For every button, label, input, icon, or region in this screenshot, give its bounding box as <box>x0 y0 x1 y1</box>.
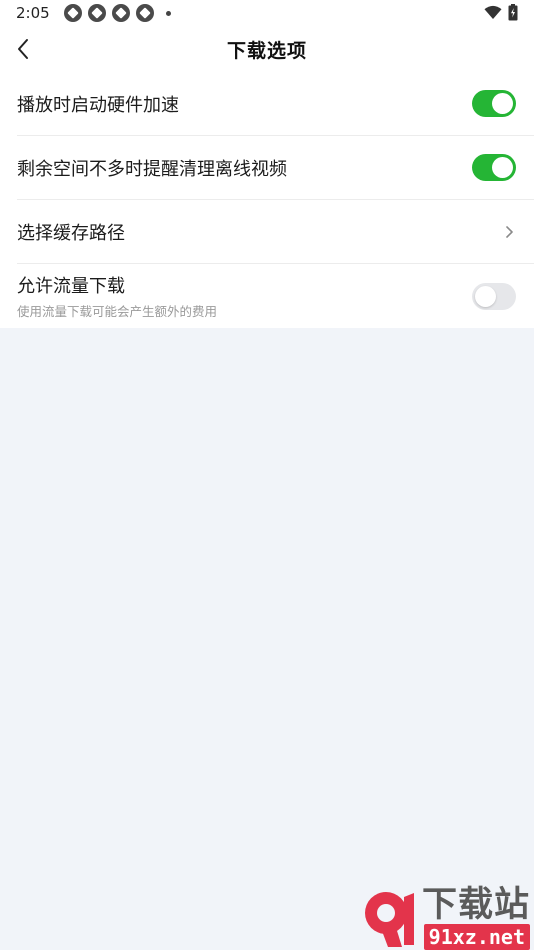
top-bar: 2:05 下载选项 <box>0 0 534 72</box>
app-notification-icon <box>135 4 154 22</box>
more-notifications-dot-icon <box>165 10 171 16</box>
setting-hw-accel-label: 播放时启动硬件加速 <box>17 94 179 116</box>
chevron-right-icon <box>506 225 513 238</box>
setting-auto-clean-label: 剩余空间不多时提醒清理离线视频 <box>17 158 287 180</box>
setting-data-download-text: 允许流量下载 使用流量下载可能会产生额外的费用 <box>17 272 217 320</box>
data-download-toggle[interactable] <box>472 282 516 310</box>
setting-cache-path-label: 选择缓存路径 <box>17 222 125 244</box>
page-title: 下载选项 <box>226 39 307 62</box>
settings-list: 播放时启动硬件加速 剩余空间不多时提醒清理离线视频 选择缓存路径 允许流量下载 … <box>0 72 534 328</box>
app-notification-icon <box>87 4 106 22</box>
setting-cache-path[interactable]: 选择缓存路径 <box>17 200 534 264</box>
app-notification-icon <box>63 4 82 22</box>
watermark-url: 91xz.net <box>423 924 530 950</box>
watermark: 下载站 91xz.net <box>358 886 530 950</box>
watermark-title: 下载站 <box>421 885 530 925</box>
battery-icon <box>508 4 518 21</box>
setting-data-download-label: 允许流量下载 <box>17 276 125 297</box>
header: 下载选项 <box>0 26 534 72</box>
status-time: 2:05 <box>16 4 50 22</box>
wifi-icon <box>484 5 502 19</box>
setting-hw-accel[interactable]: 播放时启动硬件加速 <box>17 72 534 136</box>
watermark-text: 下载站 91xz.net <box>422 886 530 950</box>
status-right-icons <box>484 4 518 21</box>
status-notification-icons <box>63 4 171 22</box>
toggle-knob <box>475 285 496 307</box>
toggle-knob <box>492 93 513 114</box>
status-bar: 2:05 <box>0 0 534 26</box>
auto-clean-toggle[interactable] <box>472 154 516 181</box>
back-icon[interactable] <box>12 36 36 62</box>
setting-auto-clean[interactable]: 剩余空间不多时提醒清理离线视频 <box>17 136 534 200</box>
watermark-logo-icon <box>364 892 414 947</box>
app-notification-icon <box>111 4 130 22</box>
setting-data-download-sublabel: 使用流量下载可能会产生额外的费用 <box>17 304 218 319</box>
hw-accel-toggle[interactable] <box>472 90 516 117</box>
toggle-knob <box>492 157 513 178</box>
setting-data-download[interactable]: 允许流量下载 使用流量下载可能会产生额外的费用 <box>17 264 534 328</box>
